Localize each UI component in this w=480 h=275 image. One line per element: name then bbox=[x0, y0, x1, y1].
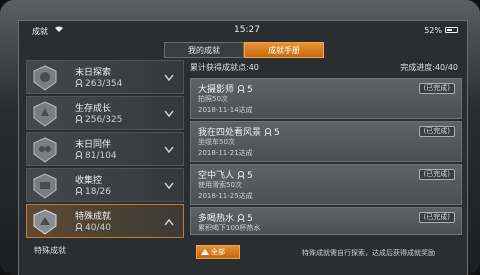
medal-icon bbox=[237, 85, 245, 93]
achievement-date: 2018-11-21达成 bbox=[198, 149, 253, 157]
category-item-exploration[interactable]: 末日探索 263/354 bbox=[26, 60, 184, 94]
category-item-special[interactable]: 特殊成就 40/40 bbox=[26, 204, 184, 238]
achievement-desc: 坐缆车50次 bbox=[198, 138, 235, 146]
battery-icon bbox=[445, 27, 458, 33]
category-name: 特殊成就 bbox=[75, 212, 112, 222]
category-count: 256/325 bbox=[75, 115, 122, 125]
category-count: 81/104 bbox=[75, 151, 117, 161]
companion-badge-icon bbox=[33, 137, 57, 163]
medal-icon bbox=[237, 171, 245, 179]
survival-badge-icon bbox=[33, 101, 57, 127]
chevron-down-icon bbox=[164, 74, 174, 82]
achievement-desc: 累积喝下100杯热水 bbox=[198, 224, 261, 232]
category-item-collector[interactable]: 收集控 18/26 bbox=[26, 168, 184, 202]
caret-up-icon bbox=[201, 249, 209, 255]
achievement-points: 5 bbox=[247, 85, 253, 95]
summary-bar: 累计获得成就点:40 完成进度:40/40 bbox=[190, 62, 462, 74]
category-count: 18/26 bbox=[75, 187, 111, 197]
collector-badge-icon bbox=[33, 173, 57, 199]
chevron-down-icon bbox=[164, 110, 174, 118]
clock: 15:27 bbox=[234, 25, 260, 35]
exploration-badge-icon bbox=[33, 65, 57, 91]
status-bar: 成就 15:27 52% bbox=[18, 24, 468, 38]
achievement-desc: 拍照50次 bbox=[198, 95, 228, 103]
completion-progress: 完成进度:40/40 bbox=[400, 63, 458, 72]
selected-category-label: 特殊成就 bbox=[34, 246, 66, 255]
carrier-label: 成就 bbox=[32, 27, 48, 36]
achievement-points: 5 bbox=[247, 171, 253, 181]
completed-badge: (已完成) bbox=[418, 212, 455, 223]
completed-badge: (已完成) bbox=[418, 169, 455, 180]
category-list: 末日探索 263/354 生存成长 256/325 末日同伴 81/104 收集… bbox=[26, 60, 184, 240]
tab-my-achievements[interactable]: 我的成就 bbox=[164, 42, 244, 58]
category-name: 末日同伴 bbox=[75, 140, 112, 150]
achievement-date: 2018-11-14达成 bbox=[198, 106, 253, 114]
completed-badge: (已完成) bbox=[418, 83, 455, 94]
chevron-down-icon bbox=[164, 182, 174, 190]
battery-percent: 52% bbox=[424, 26, 442, 35]
special-badge-icon bbox=[33, 209, 57, 235]
tab-bar: 我的成就 成就手册 bbox=[164, 42, 324, 58]
achievement-list[interactable]: 大摄影师 5 (已完成) 拍照50次 2018-11-14达成 我在四处看风景 5 … bbox=[190, 78, 462, 237]
medal-icon bbox=[75, 151, 83, 159]
medal-icon bbox=[75, 187, 83, 195]
hint-text: 特殊成就需自行探索，达成后获得成就奖励 bbox=[302, 249, 435, 257]
medal-icon bbox=[75, 115, 83, 123]
completed-badge: (已完成) bbox=[418, 126, 455, 137]
category-count: 40/40 bbox=[75, 223, 111, 233]
medal-icon bbox=[75, 223, 83, 231]
achievement-date: 2018-11-25达成 bbox=[198, 192, 253, 200]
medal-icon bbox=[75, 79, 83, 87]
achievement-card[interactable]: 大摄影师 5 (已完成) 拍照50次 2018-11-14达成 bbox=[190, 78, 462, 119]
medal-icon bbox=[237, 214, 245, 222]
category-name: 生存成长 bbox=[75, 104, 112, 114]
achievement-points: 5 bbox=[274, 128, 280, 138]
achievement-card[interactable]: 空中飞人 5 (已完成) 使用滑索50次 2018-11-25达成 bbox=[190, 164, 462, 205]
category-name: 收集控 bbox=[75, 176, 103, 186]
category-name: 末日探索 bbox=[75, 68, 112, 78]
tab-achievement-handbook[interactable]: 成就手册 bbox=[244, 42, 324, 58]
wifi-icon bbox=[54, 25, 64, 35]
total-points: 累计获得成就点:40 bbox=[190, 63, 259, 72]
category-count: 263/354 bbox=[75, 79, 122, 89]
filter-all-button[interactable]: 全部 bbox=[196, 245, 240, 259]
achievement-card[interactable]: 多喝热水 5 (已完成) 累积喝下100杯热水 bbox=[190, 207, 462, 235]
category-item-survival-growth[interactable]: 生存成长 256/325 bbox=[26, 96, 184, 130]
achievement-desc: 使用滑索50次 bbox=[198, 181, 242, 189]
achievement-card[interactable]: 我在四处看风景 5 (已完成) 坐缆车50次 2018-11-21达成 bbox=[190, 121, 462, 162]
chevron-down-icon bbox=[164, 146, 174, 154]
chevron-up-icon bbox=[164, 218, 174, 226]
category-item-companions[interactable]: 末日同伴 81/104 bbox=[26, 132, 184, 166]
medal-icon bbox=[264, 128, 272, 136]
